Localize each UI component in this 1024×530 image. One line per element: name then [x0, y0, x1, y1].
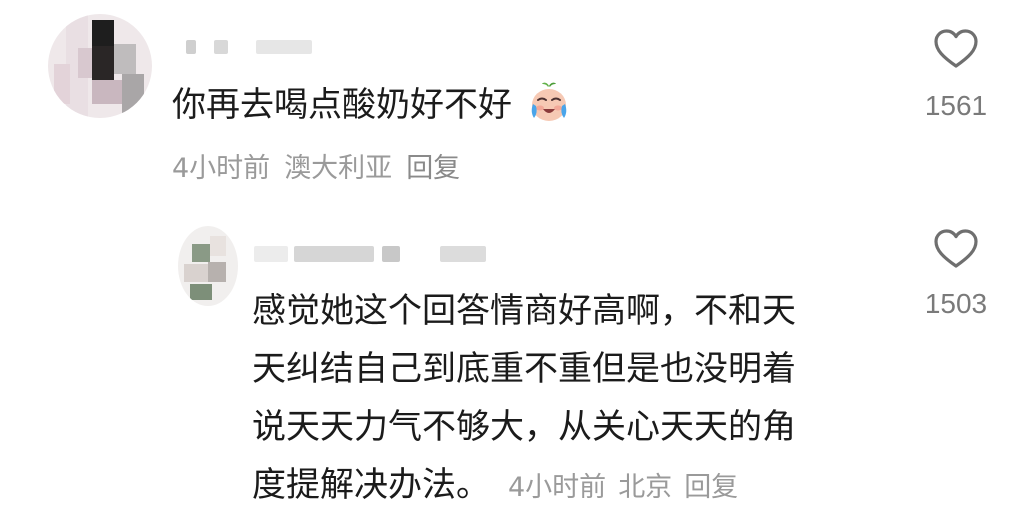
crying-face-emoji-icon — [531, 82, 567, 121]
heart-outline-icon[interactable] — [933, 228, 979, 270]
reply-username-blurred[interactable] — [254, 234, 524, 270]
comment-location: 澳大利亚 — [284, 153, 393, 184]
avatar[interactable] — [48, 14, 152, 118]
reply-text-line: 度提解决办法。 — [252, 465, 490, 505]
reply-avatar[interactable] — [178, 226, 238, 306]
heart-outline-icon[interactable] — [933, 28, 979, 70]
username-blurred[interactable] — [186, 30, 326, 60]
reply-text-last-line: 度提解决办法。 4小时前 北京 回复 — [252, 456, 872, 517]
reply-text: 感觉她这个回答情商好高啊，不和天 天纠结自己到底重不重但是也没明着 说天天力气不… — [252, 282, 872, 517]
reply-text-line: 天纠结自己到底重不重但是也没明着 — [252, 349, 796, 389]
reply-like-button[interactable]: 1503 — [906, 228, 1006, 322]
reply-like-count: 1503 — [924, 288, 988, 319]
reply-meta: 4小时前 北京 回复 — [508, 472, 750, 503]
reply-location: 北京 — [618, 472, 673, 503]
reply-text-line: 感觉她这个回答情商好高啊，不和天 — [252, 291, 796, 331]
reply-reply-button[interactable]: 回复 — [684, 472, 738, 503]
reply-button[interactable]: 回复 — [406, 153, 460, 184]
comment-text: 你再去喝点酸奶好不好 — [172, 80, 571, 130]
like-count: 1561 — [924, 90, 988, 121]
reply-text-line: 说天天力气不够大，从关心天天的角 — [252, 407, 796, 447]
comment-meta: 4小时前 澳大利亚 回复 — [172, 150, 474, 188]
reply-time: 4小时前 — [508, 472, 607, 503]
comment-time: 4小时前 — [172, 153, 271, 184]
comment-thread: 你再去喝点酸奶好不好 4小时前 澳大利亚 回复 1561 感觉她这个回答情商好高… — [0, 0, 1024, 530]
like-button[interactable]: 1561 — [906, 28, 1006, 124]
comment-text-content: 你再去喝点酸奶好不好 — [172, 85, 512, 125]
